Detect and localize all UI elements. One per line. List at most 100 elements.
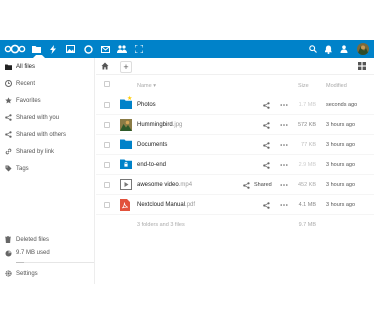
share-icon[interactable]: [263, 160, 271, 170]
more-actions-icon[interactable]: [280, 101, 288, 109]
sidebar-item-tags[interactable]: Tags: [0, 160, 95, 177]
avatar[interactable]: [357, 43, 369, 55]
folder-icon: [0, 64, 16, 70]
sidebar-item-shared-with-others[interactable]: Shared with others: [0, 126, 95, 143]
file-checkbox[interactable]: [104, 102, 110, 108]
settings-button[interactable]: Settings: [0, 265, 95, 282]
quota-label: 9.7 MB used: [16, 250, 50, 256]
fullscreen-icon[interactable]: [133, 43, 145, 55]
sidebar-item-label: Shared with you: [16, 114, 60, 121]
file-checkbox[interactable]: [104, 182, 110, 188]
sidebar-item-shared-by-link[interactable]: Shared by link: [0, 143, 95, 160]
sidebar-item-favorites[interactable]: Favorites: [0, 92, 95, 109]
file-name[interactable]: Documents: [137, 142, 167, 148]
file-name[interactable]: end-to-end: [137, 162, 166, 168]
sidebar-item-label: All files: [16, 63, 36, 70]
file-row[interactable]: end-to-end 2.9 MB 3 hours ago: [96, 155, 374, 175]
more-actions-icon[interactable]: [280, 181, 288, 189]
share-icon[interactable]: [263, 100, 271, 110]
file-modified: seconds ago: [326, 102, 358, 108]
shared-label[interactable]: Shared: [254, 182, 272, 188]
sidebar-item-label: Shared with others: [16, 131, 67, 138]
share-icon[interactable]: [263, 200, 271, 210]
more-actions-icon[interactable]: [280, 161, 288, 169]
quota-fill: [16, 262, 24, 263]
file-checkbox[interactable]: [104, 122, 110, 128]
link-icon: [0, 148, 16, 155]
file-modified: 3 hours ago: [326, 122, 356, 128]
sidebar-item-all-files[interactable]: All files: [0, 58, 95, 75]
file-row[interactable]: ★ Photos 1.7 MB seconds ago: [96, 95, 374, 115]
settings-label: Settings: [16, 270, 38, 277]
file-size: 2.9 MB: [298, 162, 316, 168]
activity-icon[interactable]: [47, 43, 59, 55]
pie-chart-icon: [0, 250, 16, 257]
file-row[interactable]: Documents 77 KB 3 hours ago: [96, 135, 374, 155]
star-icon: [0, 97, 16, 104]
talk-icon[interactable]: [82, 43, 94, 55]
column-modified[interactable]: Modified: [326, 83, 347, 89]
user-menu-icon[interactable]: [338, 43, 350, 55]
search-icon[interactable]: [307, 43, 319, 55]
pdf-thumbnail-icon[interactable]: [120, 199, 132, 211]
more-actions-icon[interactable]: [280, 121, 288, 129]
favorite-star-icon[interactable]: ★: [127, 95, 132, 102]
sidebar-item-label: Shared by link: [16, 148, 55, 155]
video-thumbnail-icon[interactable]: [120, 179, 132, 191]
plus-icon: +: [123, 61, 129, 72]
more-actions-icon[interactable]: [280, 201, 288, 209]
deleted-files-label: Deleted files: [16, 236, 50, 243]
sidebar-item-label: Favorites: [16, 97, 41, 104]
notifications-icon[interactable]: [322, 43, 334, 55]
file-list-area: + Name ▾ Size Modified ★ Photos 1.7 MB seco…: [96, 58, 374, 284]
column-name[interactable]: Name ▾: [137, 83, 156, 89]
file-name[interactable]: Hummingbird.jpg: [137, 122, 182, 128]
more-actions-icon[interactable]: [280, 141, 288, 149]
nextcloud-logo[interactable]: [4, 44, 26, 54]
file-size: 572 KB: [297, 122, 316, 128]
file-size: 452 KB: [297, 182, 316, 188]
file-row[interactable]: Hummingbird.jpg 572 KB 3 hours ago: [96, 115, 374, 135]
select-all-checkbox[interactable]: [104, 81, 110, 87]
file-size: 4.1 MB: [298, 202, 316, 208]
sidebar: All files Recent Favorites Shared with y…: [0, 58, 95, 284]
sidebar-item-label: Tags: [16, 165, 29, 172]
sort-arrow-icon: ▾: [153, 83, 156, 89]
share-icon[interactable]: [243, 180, 251, 190]
share-icon[interactable]: [263, 140, 271, 150]
gear-icon: [0, 270, 16, 277]
file-row[interactable]: awesome video.mp4 Shared 452 KB 3 hours ago: [96, 175, 374, 195]
controls-bar: +: [96, 58, 374, 75]
share-icon: [0, 114, 16, 121]
new-file-button[interactable]: +: [120, 61, 132, 73]
column-size[interactable]: Size: [298, 83, 309, 89]
file-name[interactable]: Nextcloud Manual.pdf: [137, 202, 195, 208]
grid-view-icon[interactable]: [358, 62, 368, 72]
mail-icon[interactable]: [99, 43, 111, 55]
image-thumbnail-icon[interactable]: [120, 119, 132, 131]
file-modified: 3 hours ago: [326, 162, 356, 168]
files-icon[interactable]: [30, 43, 45, 58]
file-checkbox[interactable]: [104, 202, 110, 208]
share-icon[interactable]: [263, 120, 271, 130]
sidebar-item-shared-with-you[interactable]: Shared with you: [0, 109, 95, 126]
contacts-icon[interactable]: [116, 43, 128, 55]
trash-icon: [0, 236, 16, 243]
share-icon: [0, 131, 16, 138]
file-size: 1.7 MB: [298, 102, 316, 108]
quota-bar: [16, 262, 94, 263]
file-name[interactable]: awesome video.mp4: [137, 182, 192, 188]
file-checkbox[interactable]: [104, 162, 110, 168]
file-row[interactable]: Nextcloud Manual.pdf 4.1 MB 3 hours ago: [96, 195, 374, 215]
quota-info: 9.7 MB used: [0, 246, 95, 260]
home-icon[interactable]: [101, 62, 111, 72]
folder-locked-thumbnail-icon[interactable]: [120, 159, 132, 171]
file-name[interactable]: Photos: [137, 102, 156, 108]
sidebar-item-recent[interactable]: Recent: [0, 75, 95, 92]
file-checkbox[interactable]: [104, 142, 110, 148]
folder-thumbnail-icon[interactable]: [120, 139, 132, 151]
file-modified: 3 hours ago: [326, 142, 356, 148]
total-size: 9.7 MB: [298, 222, 316, 228]
file-size: 77 KB: [301, 142, 316, 148]
gallery-icon[interactable]: [64, 43, 76, 55]
